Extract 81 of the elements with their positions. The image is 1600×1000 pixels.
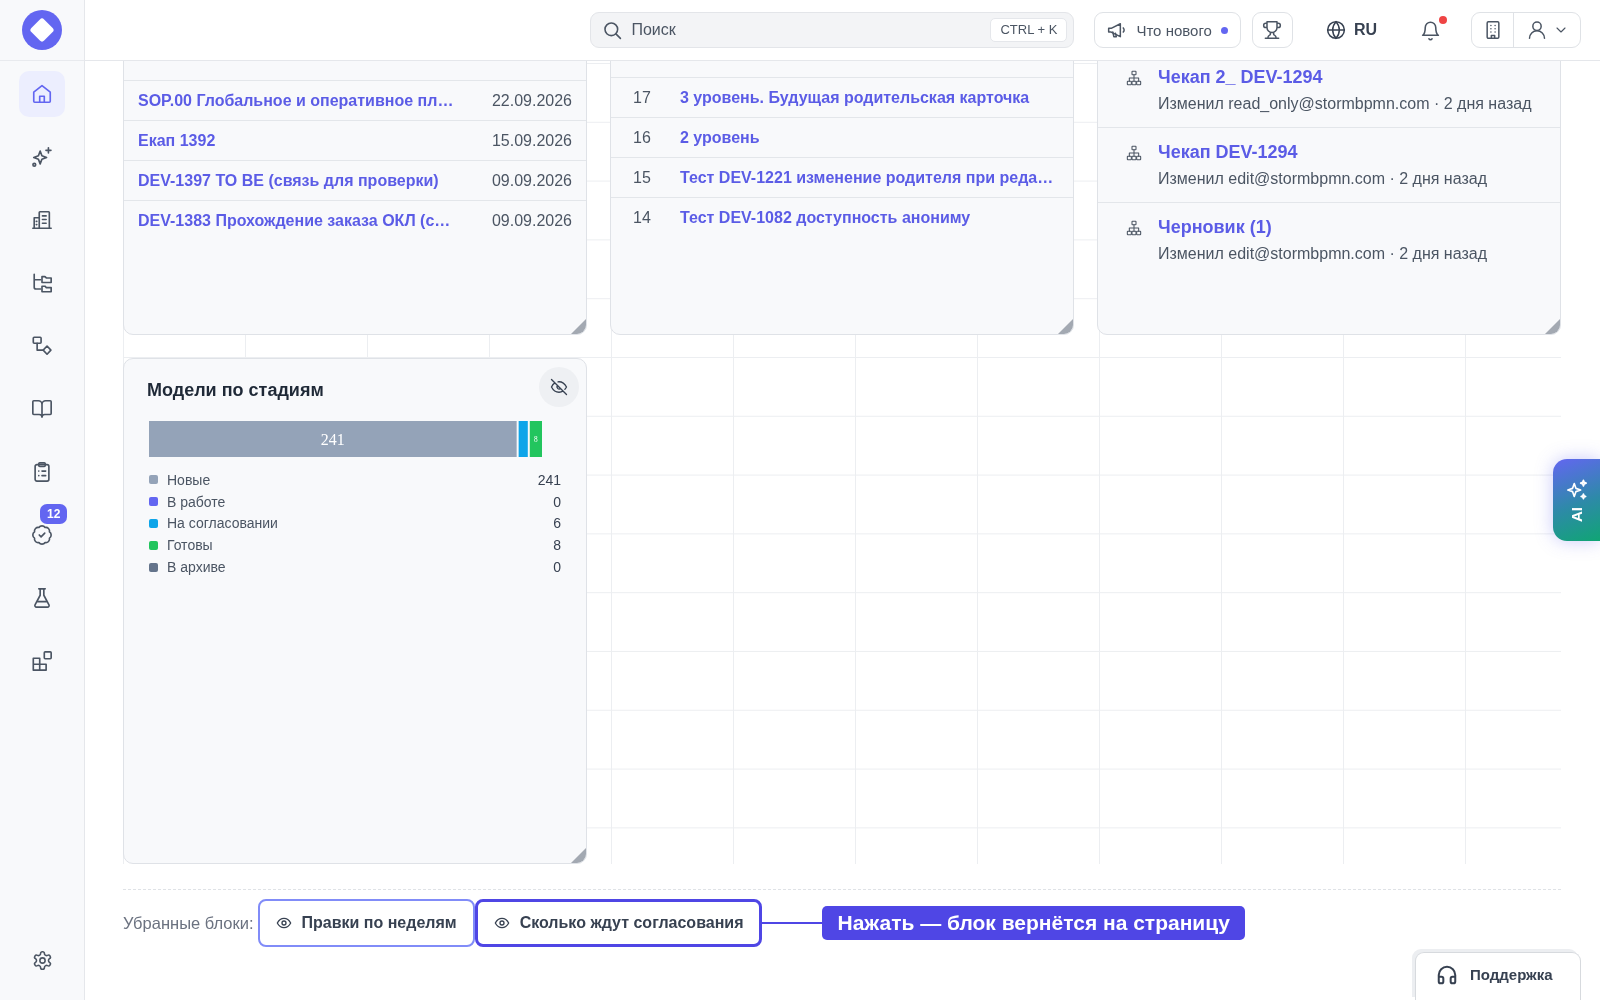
change-meta: Изменил read_only@stormbpmn.com · 2 дня назад <box>1158 94 1533 113</box>
ai-button[interactable]: AI <box>1553 459 1600 541</box>
legend-label: Новые <box>167 471 212 488</box>
card-title: Модели по стадиям <box>147 379 324 401</box>
eye-icon <box>493 915 510 931</box>
legend-count: 241 <box>537 471 561 488</box>
leader-line <box>762 922 823 924</box>
document-link[interactable]: SOP.00 Глобальное и оперативное пл… <box>138 91 454 110</box>
sparkle-icon <box>1565 478 1588 501</box>
document-link[interactable]: DEV-1383 Прохождение заказа ОКЛ (с… <box>138 211 451 230</box>
legend-label: На согласовании <box>167 515 279 532</box>
eye-off-icon <box>550 378 568 396</box>
search-bar[interactable]: Поиск CTRL + K <box>590 12 1075 48</box>
change-meta: Изменил edit@stormbpmn.com · 2 дня назад <box>1158 244 1488 263</box>
shortcut-hint: CTRL + K <box>990 18 1068 42</box>
bell-icon <box>1420 19 1441 41</box>
blocks-icon <box>31 650 53 672</box>
whats-new-button[interactable]: Что нового <box>1094 12 1241 48</box>
model-link[interactable]: Чекап DEV-1294 <box>1158 142 1298 163</box>
change-meta: Изменил edit@stormbpmn.com · 2 дня назад <box>1158 169 1488 188</box>
search-input[interactable]: Поиск <box>631 18 991 42</box>
support-button[interactable]: Поддержка <box>1415 952 1581 1000</box>
segment-value-label: 241 <box>320 430 345 448</box>
sitemap-icon <box>1126 69 1142 86</box>
hint-callout: Нажать — блок вернётся на страницу <box>822 906 1245 940</box>
sparkles-icon <box>31 146 53 168</box>
model-link[interactable]: Черновик (1) <box>1158 217 1272 238</box>
legend-label: В работе <box>167 493 227 510</box>
trophy-button[interactable] <box>1251 12 1293 48</box>
document-date: 22.09.2026 <box>491 91 572 110</box>
removed-blocks-label: Убранные блоки: <box>123 913 254 933</box>
folder-tree-icon <box>31 272 53 294</box>
card-link[interactable]: 3 уровень. Будущая родительская карточка <box>680 88 1030 107</box>
globe-icon <box>1325 20 1346 40</box>
count-badge: 12 <box>40 504 68 524</box>
legend-count: 6 <box>553 515 561 532</box>
settings-icon <box>31 949 53 971</box>
resize-handle-icon[interactable] <box>571 848 586 863</box>
document-date: 09.09.2026 <box>491 171 572 190</box>
sidebar-nav-item[interactable] <box>19 71 65 117</box>
legend-label: В архиве <box>167 559 227 576</box>
sitemap-icon <box>1126 219 1142 236</box>
legend-count: 8 <box>553 537 561 554</box>
flowchart-icon <box>31 335 53 357</box>
restore-block-button[interactable]: Правки по неделям <box>257 899 475 947</box>
card-link[interactable]: Тест DEV-1082 доступность анониму <box>680 208 971 227</box>
legend-label: Готовы <box>167 537 214 554</box>
trophy-icon <box>1262 20 1283 40</box>
legend-count: 0 <box>553 559 561 576</box>
card-link[interactable]: Тест DEV-1221 изменение родителя при реда… <box>680 168 1054 187</box>
document-link[interactable]: DEV-1397 TO BE (связь для проверки) <box>138 171 439 190</box>
megaphone-icon <box>1107 20 1128 40</box>
flask-icon <box>31 587 53 609</box>
resize-handle-icon[interactable] <box>1058 319 1073 334</box>
logo-icon[interactable] <box>22 10 62 50</box>
document-link[interactable]: Екап 1392 <box>138 131 216 150</box>
clipboard-icon <box>31 461 53 483</box>
search-icon <box>603 20 623 40</box>
badge-check-icon <box>31 524 53 546</box>
document-date: 09.09.2026 <box>491 211 572 230</box>
row-number: 15 <box>633 168 652 187</box>
legend-count: 0 <box>553 493 561 510</box>
home-icon <box>31 83 53 105</box>
sidebar-nav-item[interactable]: 12 <box>19 504 73 558</box>
hide-block-button[interactable] <box>539 367 579 407</box>
card-link[interactable]: 2 уровень <box>680 128 760 147</box>
resize-handle-icon[interactable] <box>571 319 586 334</box>
eye-icon <box>275 915 292 931</box>
sitemap-icon <box>1126 144 1142 161</box>
resize-handle-icon[interactable] <box>1545 319 1560 334</box>
restore-block-button[interactable]: Сколько ждут согласования <box>474 899 763 947</box>
building-icon <box>31 209 53 231</box>
book-icon <box>31 398 53 420</box>
headset-icon <box>1436 963 1458 986</box>
document-date: 15.09.2026 <box>491 131 572 150</box>
model-link[interactable]: Чекап 2_ DEV-1294 <box>1158 67 1323 88</box>
row-number: 16 <box>633 128 652 147</box>
user-icon <box>1527 20 1547 40</box>
language-button[interactable]: RU <box>1323 12 1379 48</box>
row-number: 14 <box>633 208 652 227</box>
row-number: 17 <box>633 88 652 107</box>
